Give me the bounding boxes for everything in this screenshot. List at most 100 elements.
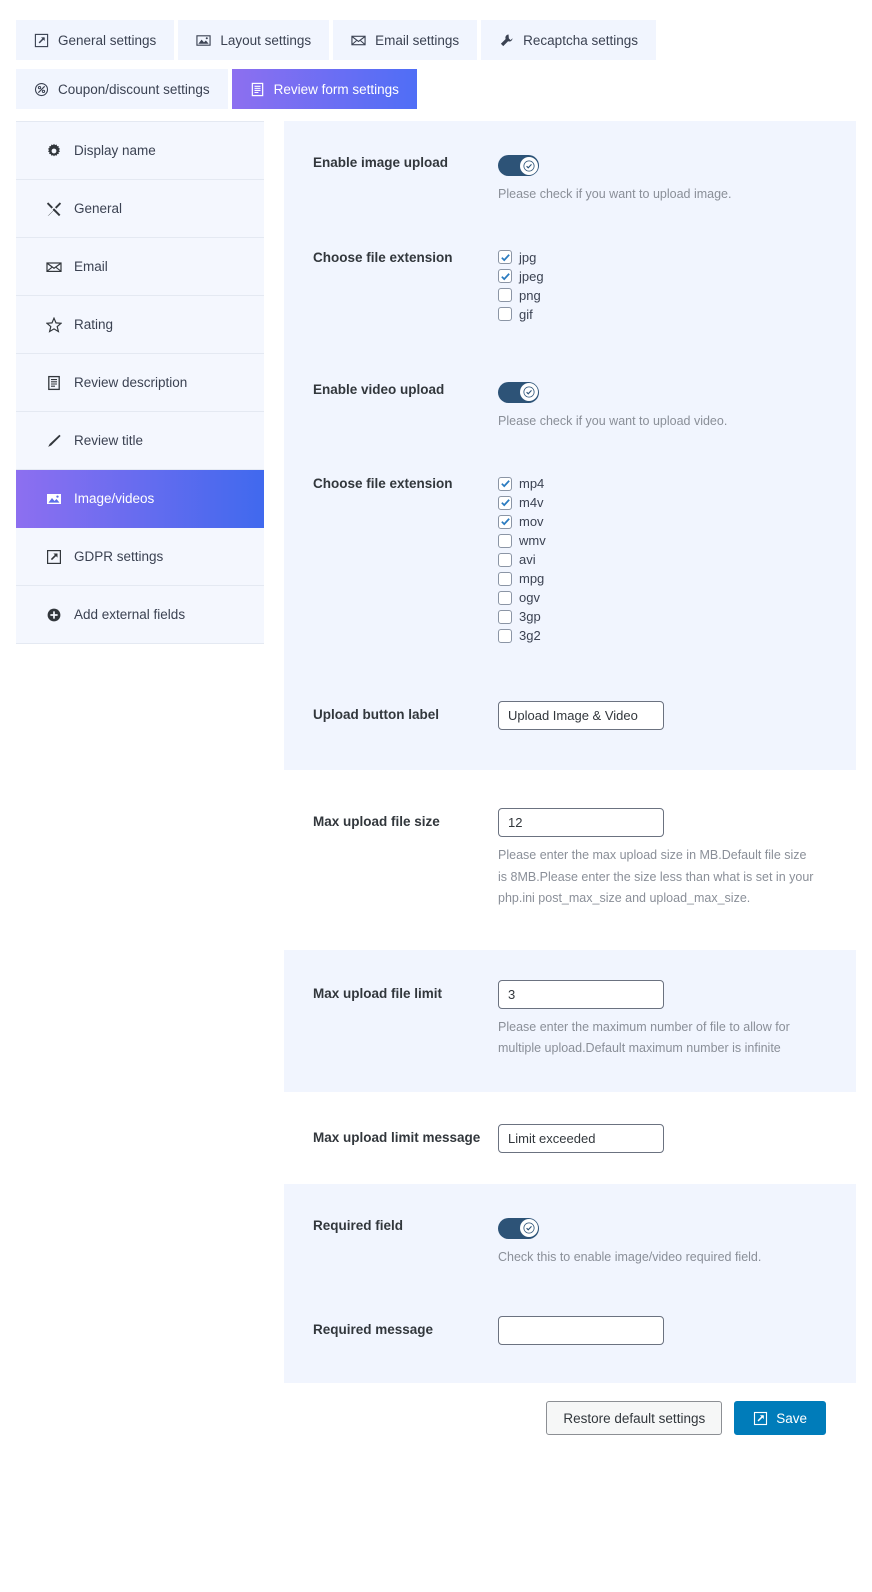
field-required-field: Required field Check this to enable imag… [284, 1184, 856, 1269]
list-document-icon [46, 375, 62, 391]
sidebar-item-general[interactable]: General [16, 180, 264, 238]
sidebar-item-display-name[interactable]: Display name [16, 122, 264, 180]
tab-label: Layout settings [220, 32, 312, 48]
check-icon [519, 156, 538, 175]
tab-layout-settings[interactable]: Layout settings [178, 20, 330, 60]
field-label: Max upload file limit [313, 985, 443, 1001]
max-upload-file-limit-input[interactable] [498, 979, 664, 1009]
checkbox-row[interactable]: mp4 [498, 476, 856, 491]
sidebar-item-label: Display name [74, 143, 156, 158]
checkbox-unchecked-icon[interactable] [498, 533, 512, 548]
checkbox-checked-icon[interactable] [498, 514, 512, 529]
field-help: Please enter the maximum number of file … [498, 1019, 790, 1056]
external-link-icon [34, 33, 49, 48]
checkbox-label: mp4 [519, 476, 545, 491]
field-label: Upload button label [313, 707, 439, 722]
enable-video-upload-toggle[interactable] [498, 381, 539, 403]
field-label: Enable image upload [313, 155, 449, 170]
image-icon [196, 33, 211, 48]
sidebar-item-image-videos[interactable]: Image/videos [16, 470, 264, 528]
field-video-file-extensions: Choose file extension mp4 m4v mov wmv av… [284, 432, 856, 643]
section-upload-group: Enable image upload Please check if you … [284, 121, 856, 770]
checkbox-label: avi [519, 552, 536, 567]
tab-recaptcha-settings[interactable]: Recaptcha settings [481, 20, 656, 60]
checkbox-row[interactable]: avi [498, 552, 856, 567]
plus-circle-icon [46, 607, 62, 623]
checkbox-checked-icon[interactable] [498, 269, 512, 283]
required-message-input[interactable] [498, 1316, 664, 1345]
sidebar-item-add-external-fields[interactable]: Add external fields [16, 586, 264, 644]
checkbox-row[interactable]: 3gp [498, 609, 856, 624]
sidebar-item-email[interactable]: Email [16, 238, 264, 296]
external-link-icon [46, 549, 62, 565]
sidebar-item-gdpr-settings[interactable]: GDPR settings [16, 528, 264, 586]
max-upload-file-size-input[interactable] [498, 808, 664, 837]
checkbox-unchecked-icon[interactable] [498, 288, 512, 302]
field-help: Please check if you want to upload image… [498, 187, 732, 201]
checkbox-unchecked-icon[interactable] [498, 571, 512, 586]
checkbox-checked-icon[interactable] [498, 495, 512, 510]
enable-image-upload-toggle[interactable] [498, 155, 539, 176]
checkbox-label: jpg [519, 249, 537, 265]
field-max-upload-file-size: Max upload file size Please enter the ma… [284, 770, 856, 950]
tab-coupon-discount-settings[interactable]: Coupon/discount settings [16, 69, 228, 109]
field-label: Required message [313, 1322, 434, 1337]
image-icon [46, 491, 62, 507]
sidebar-item-review-title[interactable]: Review title [16, 412, 264, 470]
sidebar-item-review-description[interactable]: Review description [16, 354, 264, 412]
section-max-upload-file-limit: Max upload file limit Please enter the m… [284, 949, 856, 1092]
tab-label: General settings [58, 32, 157, 48]
sidebar-item-label: Email [74, 259, 108, 274]
checkbox-row[interactable]: 3g2 [498, 628, 856, 643]
field-max-upload-file-limit: Max upload file limit Please enter the m… [284, 950, 856, 1092]
max-upload-limit-message-input[interactable] [498, 1123, 664, 1153]
settings-tab-bar-row2: Coupon/discount settings Review form set… [16, 69, 856, 109]
checkbox-label: 3g2 [519, 628, 541, 643]
sidebar-item-rating[interactable]: Rating [16, 296, 264, 354]
field-label: Required field [313, 1217, 404, 1233]
checkbox-checked-icon[interactable] [498, 250, 512, 264]
sidebar-item-label: Review title [74, 433, 144, 448]
tab-email-settings[interactable]: Email settings [333, 20, 478, 60]
restore-default-settings-button[interactable]: Restore default settings [546, 1401, 723, 1435]
tab-review-form-settings[interactable]: Review form settings [231, 69, 417, 109]
settings-body: Display name General Email Rating Review [0, 121, 872, 1435]
checkbox-row[interactable]: ogv [498, 590, 856, 605]
tab-label: Recaptcha settings [523, 32, 638, 48]
field-image-file-extensions: Choose file extension jpg jpeg png gif [284, 206, 856, 322]
checkbox-checked-icon[interactable] [498, 476, 512, 491]
checkbox-unchecked-icon[interactable] [498, 590, 512, 605]
sidebar-item-label: Image/videos [74, 491, 155, 506]
external-link-icon [753, 1411, 768, 1426]
checkbox-unchecked-icon[interactable] [498, 628, 512, 643]
checkbox-row[interactable]: mov [498, 514, 856, 529]
checkbox-row[interactable]: mpg [498, 571, 856, 586]
checkbox-row[interactable]: wmv [498, 533, 856, 548]
checkbox-label: ogv [519, 590, 540, 605]
field-label: Choose file extension [313, 249, 453, 265]
checkbox-unchecked-icon[interactable] [498, 609, 512, 624]
checkbox-unchecked-icon[interactable] [498, 552, 512, 567]
tab-general-settings[interactable]: General settings [16, 20, 175, 60]
checkbox-row[interactable]: jpeg [498, 269, 856, 284]
checkbox-unchecked-icon[interactable] [498, 307, 512, 321]
field-required-message: Required message [284, 1268, 856, 1383]
checkbox-row[interactable]: png [498, 288, 856, 303]
checkbox-row[interactable]: m4v [498, 495, 856, 510]
check-icon [519, 383, 538, 401]
sidebar-item-label: Add external fields [74, 607, 186, 622]
list-document-icon [250, 82, 265, 97]
checkbox-label: mpg [519, 571, 545, 586]
save-button[interactable]: Save [734, 1401, 826, 1435]
settings-sidebar: Display name General Email Rating Review [16, 121, 264, 644]
field-enable-image-upload: Enable image upload Please check if you … [284, 121, 856, 206]
checkbox-row[interactable]: jpg [498, 250, 856, 265]
tab-label: Email settings [375, 32, 460, 48]
field-help: Please enter the max upload size in MB.D… [498, 848, 814, 905]
required-field-toggle[interactable] [498, 1217, 539, 1239]
checkbox-row[interactable]: gif [498, 307, 856, 322]
tab-label: Coupon/discount settings [58, 81, 210, 97]
pencil-icon [46, 433, 62, 449]
envelope-icon [46, 259, 62, 275]
upload-button-label-input[interactable] [498, 701, 664, 730]
